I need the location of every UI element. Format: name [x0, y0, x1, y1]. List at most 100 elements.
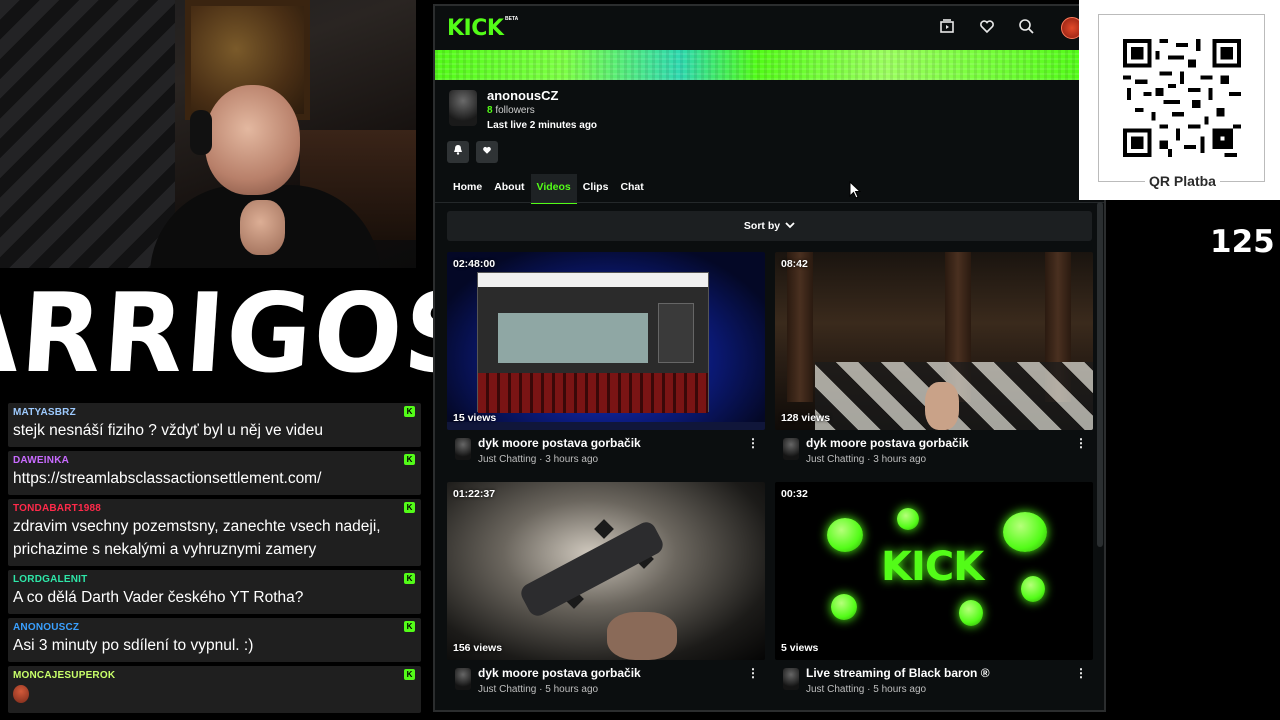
video-duration: 01:22:37	[453, 488, 496, 500]
video-card[interactable]: 08:42 128 views dyk moore postava gorbač…	[775, 252, 1093, 472]
video-meta: Just Chatting · 5 hours ago	[806, 684, 927, 695]
chat-username: TONDABART1988	[13, 503, 101, 514]
streamer-face	[205, 85, 300, 195]
chat-overlay: MATYASBRZ stejk nesnáší fiziho ? vždyť b…	[8, 403, 421, 717]
bell-icon	[454, 145, 462, 155]
kick-badge-icon: K	[404, 454, 415, 465]
tabs-divider	[435, 202, 1104, 203]
follow-button[interactable]	[476, 141, 498, 163]
video-card[interactable]: KICK 00:32 5 views Live streaming of Bla…	[775, 482, 1093, 702]
kick-badge-icon: K	[404, 669, 415, 680]
video-duration: 08:42	[781, 258, 808, 270]
more-options-icon[interactable]: ⋮	[1075, 436, 1087, 450]
sort-by-label: Sort by	[743, 220, 781, 232]
video-channel-avatar[interactable]	[455, 668, 471, 690]
more-options-icon[interactable]: ⋮	[747, 666, 759, 680]
video-thumbnail[interactable]: 08:42 128 views	[775, 252, 1093, 430]
chat-message: DAWEINKA https://streamlabsclassactionse…	[8, 451, 421, 495]
webcam-feed	[0, 0, 416, 268]
more-options-icon[interactable]: ⋮	[1075, 666, 1087, 680]
followers-label: followers	[495, 105, 535, 116]
kick-badge-icon: K	[404, 621, 415, 632]
kick-badge-icon: K	[404, 573, 415, 584]
kick-emote-icon	[831, 594, 857, 620]
video-title[interactable]: Live streaming of Black baron ®	[806, 666, 990, 680]
chat-message: TONDABART1988 zdravim vsechny pozemstsny…	[8, 499, 421, 566]
kick-emote-icon	[959, 600, 983, 626]
more-options-icon[interactable]: ⋮	[747, 436, 759, 450]
chat-message: MONCAJESUPEROK K	[8, 666, 421, 713]
video-views: 15 views	[453, 412, 497, 424]
tab-clips[interactable]: Clips	[577, 174, 615, 204]
video-channel-avatar[interactable]	[455, 438, 471, 460]
kick-header: KICK BETA	[435, 6, 1104, 50]
thumbnail-theater-screen	[498, 313, 648, 363]
chat-message: MATYASBRZ stejk nesnáší fiziho ? vždyť b…	[8, 403, 421, 447]
search-icon[interactable]	[1017, 18, 1035, 36]
kick-logo[interactable]: KICK	[447, 16, 504, 41]
sort-by-dropdown[interactable]: Sort by	[447, 211, 1092, 241]
chat-message: ANONOUSCZ Asi 3 minuty po sdílení to vyp…	[8, 618, 421, 662]
followers-number: 8	[487, 105, 493, 116]
chat-text: zdravim vsechny pozemstsny, zanechte vse…	[13, 518, 381, 558]
heart-icon[interactable]	[978, 18, 996, 36]
video-channel-avatar[interactable]	[783, 668, 799, 690]
tab-home[interactable]: Home	[447, 174, 488, 204]
video-views: 128 views	[781, 412, 831, 424]
beta-label: BETA	[505, 16, 519, 22]
last-live-status: Last live 2 minutes ago	[487, 120, 598, 131]
brand-logo: ARRIGOS	[0, 268, 485, 398]
chat-text: A co dělá Darth Vader českého YT Rotha?	[13, 589, 304, 606]
video-channel-avatar[interactable]	[783, 438, 799, 460]
thumbnail-kick-logo: KICK	[881, 544, 984, 590]
video-meta: Just Chatting · 5 hours ago	[478, 684, 599, 695]
chat-username: DAWEINKA	[13, 455, 70, 466]
acoustic-foam	[0, 0, 175, 268]
thumbnail-theater-seats	[478, 373, 708, 413]
notification-bell-button[interactable]	[447, 141, 469, 163]
video-meta: Just Chatting · 3 hours ago	[806, 454, 927, 465]
tab-about[interactable]: About	[488, 174, 530, 204]
thumbnail-tile	[594, 519, 614, 539]
headset	[190, 110, 212, 155]
follower-count: 8 followers	[487, 105, 535, 116]
heart-icon	[483, 146, 491, 154]
chat-emote-icon	[13, 685, 29, 703]
qr-label-text: QR Platba	[1145, 173, 1220, 189]
tab-videos[interactable]: Videos	[530, 174, 577, 204]
kick-emote-icon	[1003, 512, 1047, 552]
kick-badge-icon: K	[404, 406, 415, 417]
video-card[interactable]: 02:48:00 15 views dyk moore postava gorb…	[447, 252, 765, 472]
video-title[interactable]: dyk moore postava gorbačik	[478, 436, 641, 450]
video-duration: 02:48:00	[453, 258, 496, 270]
thumbnail-window	[477, 272, 709, 413]
viewer-counter: 125	[1210, 224, 1275, 260]
video-thumbnail[interactable]: 01:22:37 156 views	[447, 482, 765, 660]
thumbnail-menu	[658, 303, 694, 363]
chat-username: MATYASBRZ	[13, 407, 76, 418]
video-thumbnail[interactable]: 02:48:00 15 views	[447, 252, 765, 430]
chat-text: Asi 3 minuty po sdílení to vypnul. :)	[13, 637, 254, 654]
channel-banner	[435, 50, 1080, 80]
thumbnail-body	[517, 518, 667, 620]
thumbnail-pillar	[787, 252, 813, 402]
page-scrollbar[interactable]	[1097, 202, 1103, 547]
video-views: 5 views	[781, 642, 819, 654]
chat-text: stejk nesnáší fiziho ? vždyť byl u něj v…	[13, 422, 323, 439]
chat-username: LORDGALENIT	[13, 574, 88, 585]
video-title[interactable]: dyk moore postava gorbačik	[478, 666, 641, 680]
channel-avatar[interactable]	[449, 90, 477, 126]
video-title[interactable]: dyk moore postava gorbačik	[806, 436, 969, 450]
video-thumbnail[interactable]: KICK 00:32 5 views	[775, 482, 1093, 660]
tab-chat[interactable]: Chat	[614, 174, 649, 204]
chevron-down-icon	[785, 221, 795, 232]
video-card[interactable]: 01:22:37 156 views dyk moore postava gor…	[447, 482, 765, 702]
chat-text: https://streamlabsclassactionsettlement.…	[13, 470, 322, 487]
qr-label: QR Platba	[1099, 173, 1266, 189]
library-icon[interactable]	[938, 18, 956, 36]
streamer-hand	[240, 200, 285, 255]
thumbnail-hand	[925, 382, 959, 430]
chat-username: MONCAJESUPEROK	[13, 670, 116, 681]
kick-emote-icon	[1021, 576, 1045, 602]
kick-emote-icon	[827, 518, 863, 552]
